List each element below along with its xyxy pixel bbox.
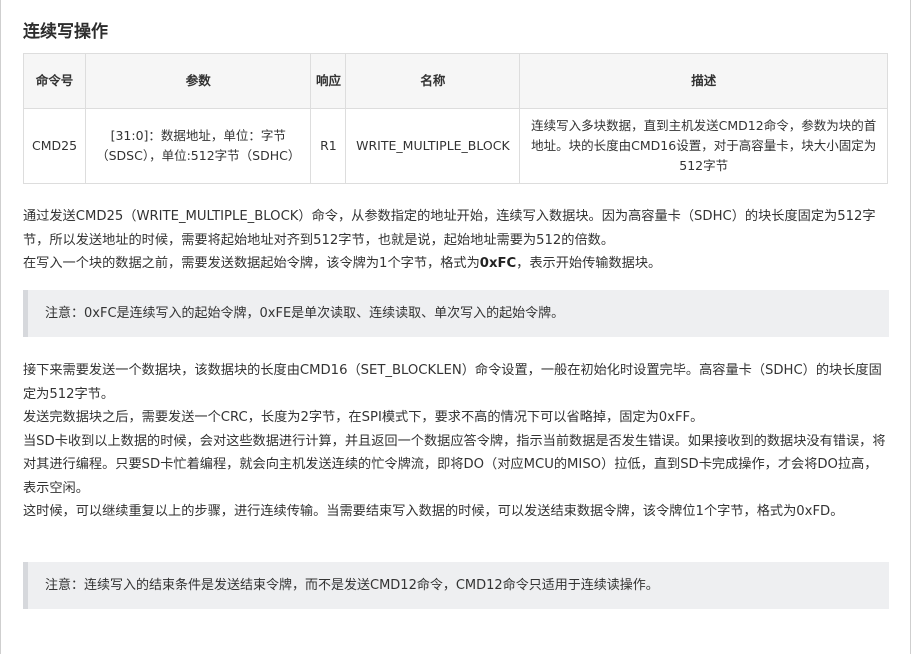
command-table: 命令号 参数 响应 名称 描述 CMD25 [31:0]：数据地址，单位：字节（…: [22, 53, 888, 184]
section-heading: 连续写操作: [23, 22, 108, 42]
paragraph-token-suffix: ，表示开始传输数据块。: [516, 256, 662, 271]
cell-name: WRITE_MULTIPLE_BLOCK: [345, 108, 521, 184]
cell-param: [31:0]：数据地址，单位：字节（SDSC），单位:512字节（SDHC）: [85, 108, 312, 184]
header-response: 响应: [310, 53, 347, 109]
cell-cmd: CMD25: [22, 108, 87, 184]
paragraph-intro: 通过发送CMD25（WRITE_MULTIPLE_BLOCK）命令，从参数指定的…: [23, 205, 889, 276]
table-header-row: 命令号 参数 响应 名称 描述: [22, 53, 888, 109]
note-end-token: 注意：连续写入的结束条件是发送结束令牌，而不是发送CMD12命令，CMD12命令…: [23, 562, 889, 609]
paragraph-token-prefix: 在写入一个块的数据之前，需要发送数据起始令牌，该令牌为1个字节，格式为: [23, 256, 480, 271]
paragraph-details: 接下来需要发送一个数据块，该数据块的长度由CMD16（SET_BLOCKLEN）…: [23, 359, 889, 524]
cell-description: 连续写入多块数据，直到主机发送CMD12命令，参数为块的首地址。块的长度由CMD…: [519, 108, 888, 184]
paragraph-crc-text: 发送完数据块之后，需要发送一个CRC，长度为2字节，在SPI模式下，要求不高的情…: [23, 410, 704, 425]
token-code: 0xFC: [479, 256, 517, 271]
cell-response: R1: [310, 108, 347, 184]
table-row: CMD25 [31:0]：数据地址，单位：字节（SDSC），单位:512字节（S…: [22, 108, 888, 184]
paragraph-end-text: 这时候，可以继续重复以上的步骤，进行连续传输。当需要结束写入数据的时候，可以发送…: [23, 504, 844, 519]
paragraph-intro-text: 通过发送CMD25（WRITE_MULTIPLE_BLOCK）命令，从参数指定的…: [23, 209, 876, 248]
article-page: 连续写操作 命令号 参数 响应 名称 描述 CMD25 [31:0]：数据地址，…: [0, 0, 911, 654]
note-start-token: 注意：0xFC是连续写入的起始令牌，0xFE是单次读取、连续读取、单次写入的起始…: [23, 290, 889, 337]
paragraph-response-text: 当SD卡收到以上数据的时候，会对这些数据进行计算，并且返回一个数据应答令牌，指示…: [23, 433, 886, 496]
header-name: 名称: [345, 53, 521, 109]
header-description: 描述: [519, 53, 888, 109]
paragraph-block-text: 接下来需要发送一个数据块，该数据块的长度由CMD16（SET_BLOCKLEN）…: [23, 363, 882, 402]
header-param: 参数: [85, 53, 312, 109]
header-cmd: 命令号: [22, 53, 87, 109]
